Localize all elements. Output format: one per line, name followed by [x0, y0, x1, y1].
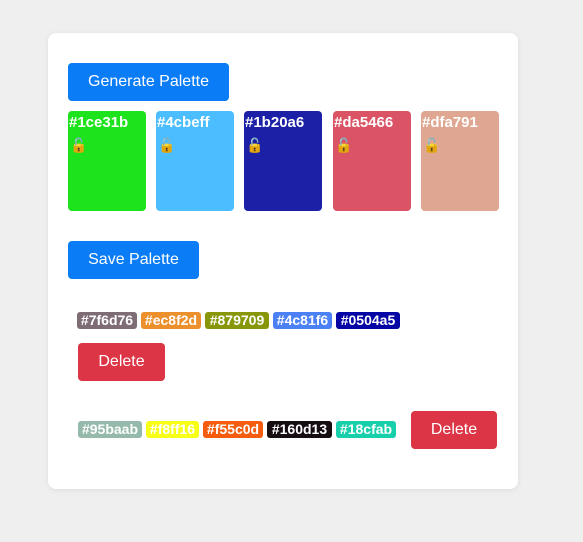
saved-color-chip: #f55c0d — [203, 421, 263, 438]
saved-color-chip: #7f6d76 — [77, 312, 137, 329]
saved-color-chip: #0504a5 — [336, 312, 400, 329]
swatch-hex-label: #dfa791 — [422, 114, 478, 131]
unlocked-padlock-icon[interactable]: 🔓 — [158, 138, 175, 152]
swatch-hex-label: #4cbeff — [157, 114, 210, 131]
saved-color-chip: #f8ff16 — [146, 421, 199, 438]
color-swatch[interactable]: #1ce31b 🔓 — [68, 111, 146, 211]
save-palette-button[interactable]: Save Palette — [68, 241, 199, 279]
saved-color-chip: #160d13 — [267, 421, 332, 438]
generate-palette-button[interactable]: Generate Palette — [68, 63, 229, 101]
delete-palette-button[interactable]: Delete — [411, 411, 497, 449]
delete-palette-button[interactable]: Delete — [78, 343, 165, 381]
unlocked-padlock-icon[interactable]: 🔓 — [246, 138, 263, 152]
saved-color-chip: #4c81f6 — [273, 312, 332, 329]
unlocked-padlock-icon[interactable]: 🔓 — [423, 138, 440, 152]
swatch-hex-label: #1ce31b — [69, 114, 129, 131]
saved-color-chip: #ec8f2d — [141, 312, 201, 329]
color-swatch[interactable]: #4cbeff 🔓 — [156, 111, 234, 211]
saved-color-chip: #879709 — [205, 312, 269, 329]
saved-color-chip: #95baab — [78, 421, 142, 438]
swatch-hex-label: #1b20a6 — [245, 114, 305, 131]
unlocked-padlock-icon[interactable]: 🔓 — [335, 138, 352, 152]
swatch-hex-label: #da5466 — [334, 114, 394, 131]
color-swatch[interactable]: #dfa791 🔓 — [421, 111, 499, 211]
saved-color-chip: #18cfab — [336, 421, 396, 438]
color-swatch[interactable]: #da5466 🔓 — [333, 111, 411, 211]
palette-card: Generate Palette #1ce31b 🔓 #4cbeff 🔓 #1b… — [48, 33, 518, 489]
color-swatch[interactable]: #1b20a6 🔓 — [244, 111, 322, 211]
unlocked-padlock-icon[interactable]: 🔓 — [70, 138, 87, 152]
